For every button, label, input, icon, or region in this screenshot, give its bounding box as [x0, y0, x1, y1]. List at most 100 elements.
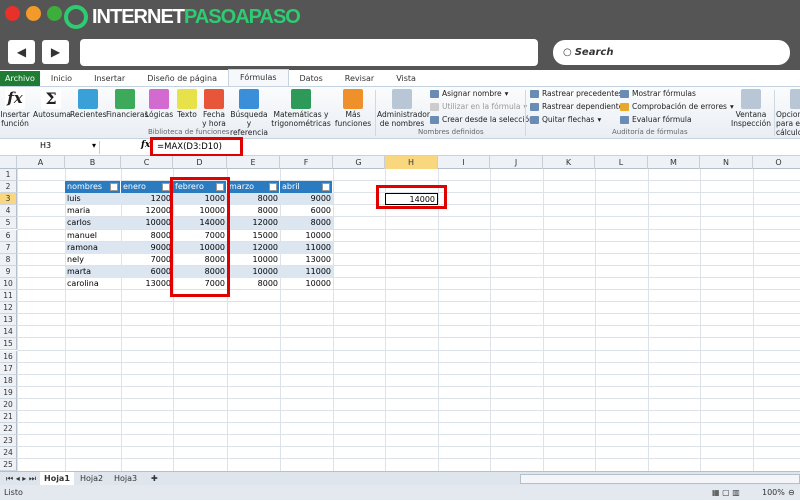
- maximize-dot[interactable]: [47, 6, 62, 21]
- table-cell[interactable]: 8000: [280, 217, 333, 230]
- table-cell[interactable]: 8000: [227, 278, 280, 290]
- row-header-12[interactable]: 12: [0, 302, 17, 315]
- zoom-level[interactable]: 100%: [762, 485, 785, 500]
- formula-input[interactable]: =MAX(D3:D10): [157, 142, 222, 152]
- column-header-E[interactable]: E: [227, 156, 280, 169]
- use-in-formula-button[interactable]: Utilizar en la fórmula ▾: [430, 102, 527, 111]
- column-header-J[interactable]: J: [490, 156, 543, 169]
- table-cell[interactable]: manuel: [65, 230, 121, 242]
- table-cell[interactable]: 14000: [173, 217, 227, 230]
- library-button-0[interactable]: fx Insertar función: [0, 89, 30, 128]
- column-header-K[interactable]: K: [543, 156, 595, 169]
- tab-6[interactable]: Revisar: [334, 71, 385, 86]
- assign-name-button[interactable]: Asignar nombre ▾: [430, 89, 508, 98]
- table-cell[interactable]: 7000: [121, 254, 173, 266]
- evaluate-formula-button[interactable]: Evaluar fórmula: [620, 115, 692, 124]
- table-cell[interactable]: 15000: [227, 230, 280, 242]
- library-button-8[interactable]: Matemáticas y trigonométricas: [270, 89, 332, 128]
- table-cell[interactable]: 12000: [227, 241, 280, 254]
- column-header-G[interactable]: G: [333, 156, 385, 169]
- library-button-5[interactable]: Texto: [175, 89, 199, 119]
- sheet-tab-Hoja2[interactable]: Hoja2: [76, 472, 107, 485]
- filter-dropdown-icon[interactable]: [269, 183, 277, 192]
- table-cell[interactable]: 8000: [173, 265, 227, 278]
- table-cell[interactable]: luis: [65, 193, 121, 206]
- table-cell[interactable]: nely: [65, 254, 121, 266]
- row-header-15[interactable]: 15: [0, 338, 17, 351]
- table-cell[interactable]: 11000: [280, 241, 333, 254]
- row-header-9[interactable]: 9: [0, 265, 17, 278]
- column-header-L[interactable]: L: [595, 156, 648, 169]
- row-header-13[interactable]: 13: [0, 314, 17, 327]
- close-dot[interactable]: [5, 6, 20, 21]
- tab-5[interactable]: Datos: [289, 71, 334, 86]
- trace-dependents-button[interactable]: Rastrear dependientes: [530, 102, 627, 111]
- table-cell[interactable]: 12000: [121, 205, 173, 217]
- table-cell[interactable]: 10000: [227, 254, 280, 266]
- filter-dropdown-icon[interactable]: [216, 183, 224, 192]
- row-header-17[interactable]: 17: [0, 362, 17, 375]
- row-header-18[interactable]: 18: [0, 374, 17, 387]
- row-header-6[interactable]: 6: [0, 229, 17, 242]
- table-header-enero[interactable]: enero: [121, 181, 173, 194]
- tab-1[interactable]: Inicio: [40, 71, 83, 86]
- library-button-2[interactable]: Recientes: [70, 89, 107, 119]
- table-cell[interactable]: 1200: [121, 193, 173, 206]
- row-header-2[interactable]: 2: [0, 181, 17, 194]
- column-header-N[interactable]: N: [700, 156, 753, 169]
- insert-sheet-icon[interactable]: ✚: [147, 472, 162, 485]
- sheet-tab-Hoja3[interactable]: Hoja3: [110, 472, 141, 485]
- row-header-22[interactable]: 22: [0, 423, 17, 436]
- table-cell[interactable]: 13000: [121, 278, 173, 290]
- table-cell[interactable]: 12000: [227, 217, 280, 230]
- create-from-selection-button[interactable]: Crear desde la selección: [430, 115, 534, 124]
- tab-0[interactable]: Archivo: [0, 71, 40, 86]
- back-button[interactable]: ◀: [8, 40, 35, 64]
- library-button-3[interactable]: Financieras: [106, 89, 148, 119]
- table-cell[interactable]: maria: [65, 205, 121, 217]
- name-manager-button[interactable]: Administrador de nombres: [377, 89, 430, 128]
- column-header-I[interactable]: I: [438, 156, 490, 169]
- sheet-nav-arrows[interactable]: ⏮ ◂ ▸ ⏭: [2, 472, 40, 485]
- row-header-21[interactable]: 21: [0, 411, 17, 424]
- row-header-19[interactable]: 19: [0, 386, 17, 399]
- row-header-7[interactable]: 7: [0, 241, 17, 254]
- column-header-D[interactable]: D: [173, 156, 227, 169]
- table-cell[interactable]: 13000: [280, 254, 333, 266]
- result-cell-H3[interactable]: 14000: [385, 193, 438, 206]
- library-button-9[interactable]: Más funciones: [334, 89, 372, 128]
- column-header-H[interactable]: H: [385, 156, 438, 169]
- table-cell[interactable]: ramona: [65, 241, 121, 254]
- address-bar[interactable]: [80, 39, 538, 66]
- table-cell[interactable]: marta: [65, 265, 121, 278]
- filter-dropdown-icon[interactable]: [110, 183, 118, 192]
- show-formulas-button[interactable]: Mostrar fórmulas: [620, 89, 696, 98]
- forward-button[interactable]: ▶: [42, 40, 69, 64]
- table-cell[interactable]: 10000: [227, 265, 280, 278]
- sheet-tab-Hoja1[interactable]: Hoja1: [40, 472, 74, 485]
- remove-arrows-button[interactable]: Quitar flechas ▾: [530, 115, 601, 124]
- row-header-10[interactable]: 10: [0, 277, 17, 290]
- library-button-4[interactable]: Lógicas: [145, 89, 173, 119]
- filter-dropdown-icon[interactable]: [322, 183, 330, 192]
- table-cell[interactable]: 8000: [227, 193, 280, 206]
- name-box[interactable]: H3 ▾: [0, 141, 100, 154]
- table-cell[interactable]: 8000: [173, 254, 227, 266]
- filter-dropdown-icon[interactable]: [162, 183, 170, 192]
- column-header-A[interactable]: A: [17, 156, 65, 169]
- tab-7[interactable]: Vista: [385, 71, 427, 86]
- search-input[interactable]: ○ Search: [553, 40, 790, 65]
- table-cell[interactable]: carlos: [65, 217, 121, 230]
- zoom-out-icon[interactable]: ⊖: [788, 485, 795, 500]
- table-cell[interactable]: 9000: [280, 193, 333, 206]
- view-normal-icon[interactable]: ▦ ▢ ▥: [712, 485, 740, 500]
- table-cell[interactable]: 10000: [121, 217, 173, 230]
- row-header-5[interactable]: 5: [0, 217, 17, 230]
- table-cell[interactable]: 11000: [280, 265, 333, 278]
- table-cell[interactable]: 10000: [280, 278, 333, 290]
- trace-precedents-button[interactable]: Rastrear precedentes: [530, 89, 623, 98]
- tab-3[interactable]: Diseño de página: [136, 71, 228, 86]
- table-cell[interactable]: 6000: [121, 265, 173, 278]
- column-header-B[interactable]: B: [65, 156, 121, 169]
- row-header-16[interactable]: 16: [0, 350, 17, 363]
